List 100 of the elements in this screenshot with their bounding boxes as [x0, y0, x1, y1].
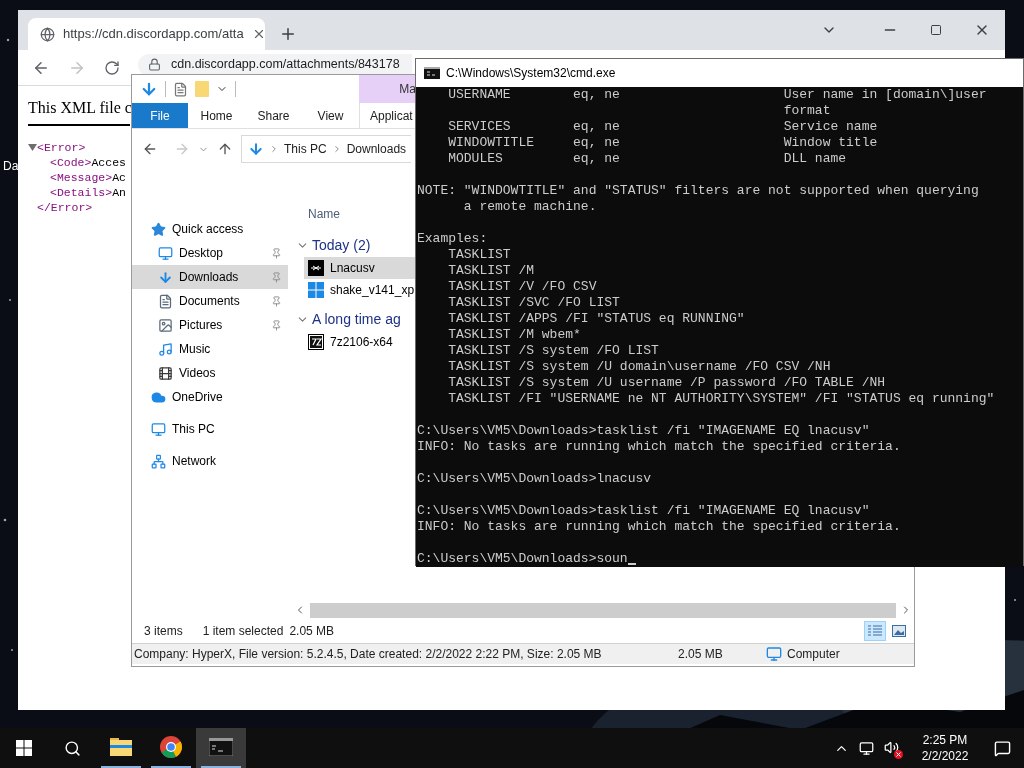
selection-count: 1 item selected	[202, 623, 284, 640]
large-icons-view-icon	[892, 625, 906, 637]
console-line: C:\Users\VM5\Downloads>lnacusv	[417, 471, 652, 487]
film-icon	[158, 365, 173, 381]
desktop-icon	[158, 245, 173, 261]
xml-tag: <Error>	[37, 140, 86, 155]
lock-icon	[148, 58, 161, 71]
round-logo-icon	[160, 736, 182, 758]
group-header[interactable]: Today (2)	[296, 233, 416, 257]
console-line: USERNAME eq, ne User name in [domain\]user	[447, 87, 987, 103]
windows-logo-icon	[308, 282, 324, 298]
group-header[interactable]: A long time ag	[296, 307, 416, 331]
clock-date: 2/2/2022	[921, 748, 969, 764]
breadcrumb-item[interactable]: Downloads	[346, 140, 407, 158]
nav-item[interactable]: Network	[132, 449, 288, 473]
collapse-icon[interactable]	[28, 143, 37, 152]
nav-item[interactable]: Quick access	[132, 217, 288, 241]
nav-item[interactable]: Pictures	[132, 313, 288, 337]
terminal-icon	[209, 738, 233, 756]
reload-icon[interactable]	[104, 59, 120, 76]
console-line: MODULES eq, ne DLL name	[447, 151, 847, 167]
tab-title: https://cdn.discordapp.com/atta	[63, 25, 244, 44]
nav-item[interactable]: Videos	[132, 361, 288, 385]
console-line: TASKLIST /S system /FO LIST	[447, 343, 659, 359]
column-header[interactable]: Name	[296, 201, 416, 227]
star-icon	[151, 221, 166, 237]
file-details: Company: HyperX, File version: 5.2.4.5, Date created: 2/2/2022 2:22 PM, Size: 2.05 MB	[133, 646, 603, 663]
scroll-thumb[interactable]	[310, 602, 896, 618]
file-row[interactable]: Lnacusv	[304, 257, 416, 279]
nav-item[interactable]: Music	[132, 337, 288, 361]
nav-item[interactable]: Desktop	[132, 241, 288, 265]
search-icon	[63, 739, 81, 757]
terminal-icon	[424, 67, 440, 79]
console-line: TASKLIST /S system /U domain\username /FO CSV /NH	[447, 359, 831, 375]
download-icon	[158, 269, 173, 285]
nav-item[interactable]: This PC	[132, 417, 288, 441]
address-field[interactable]: cdn.discordapp.com/attachments/843178	[138, 53, 412, 76]
picture-icon	[158, 317, 173, 333]
selection-size: 2.05 MB	[289, 623, 335, 640]
up-icon[interactable]	[217, 141, 233, 157]
folder-icon	[110, 738, 132, 756]
browser-tab[interactable]: https://cdn.discordapp.com/atta	[28, 18, 265, 50]
back-icon[interactable]	[142, 141, 158, 157]
xml-line: <Details>An	[50, 185, 126, 200]
taskbar-app[interactable]	[196, 728, 246, 768]
console-line: NOTE: "WINDOWTITLE" and "STATUS" filters are not supported when querying	[417, 183, 979, 199]
console-line: TASKLIST /S system /U username /P password /FO TABLE /NH	[447, 375, 886, 391]
item-count: 3 items	[144, 623, 183, 640]
volume-button[interactable]	[884, 740, 900, 756]
nav-item[interactable]: Downloads	[132, 265, 288, 289]
muted-badge-icon	[894, 750, 903, 759]
window-title: C:\Windows\System32\cmd.exe	[446, 65, 616, 82]
network-icon[interactable]	[859, 740, 874, 756]
clock[interactable]: 2:25 PM 2/2/2022	[910, 732, 980, 764]
console-line: C:\Users\VM5\Downloads>tasklist /fi "IMAGENAME EQ lnacusv"	[417, 503, 870, 519]
console-line: TASKLIST /M wbem*	[447, 327, 581, 343]
new-tab-icon[interactable]	[279, 25, 297, 43]
console-line: TASKLIST /SVC /FO LIST	[447, 295, 620, 311]
cloud-icon	[151, 389, 166, 405]
console-line: TASKLIST /M	[447, 263, 535, 279]
console-line: C:\Users\VM5\Downloads>soun	[417, 551, 628, 567]
xml-tag: </Error>	[37, 200, 93, 215]
xml-line: <Code>Acces	[50, 155, 126, 170]
document-icon	[158, 293, 173, 309]
desktop-icon-label[interactable]: Da	[3, 157, 19, 175]
console-line: WINDOWTITLE eq, ne Window title	[447, 135, 878, 151]
maximize-icon[interactable]	[930, 24, 942, 36]
ribbon-tab[interactable]: File	[132, 103, 188, 128]
music-note-icon	[158, 341, 173, 357]
console-line: SERVICES eq, ne Service name	[447, 119, 878, 135]
start-icon	[16, 740, 32, 756]
download-icon[interactable]	[140, 80, 158, 98]
properties-icon[interactable]	[173, 81, 188, 97]
console-line: format	[782, 103, 831, 119]
nav-item[interactable]: OneDrive	[132, 385, 288, 409]
address-text: cdn.discordapp.com/attachments/843178	[171, 56, 400, 74]
download-icon	[248, 141, 264, 157]
computer-icon	[151, 421, 166, 437]
file-row[interactable]: shake_v141_xp	[304, 279, 416, 301]
globe-icon	[40, 26, 55, 42]
console-line: C:\Users\VM5\Downloads>tasklist /fi "IMAGENAME EQ lnacusv"	[417, 423, 870, 439]
breadcrumb-item[interactable]: This PC	[284, 140, 327, 158]
context-tab[interactable]: Ma	[359, 75, 416, 103]
nav-item[interactable]: Documents	[132, 289, 288, 313]
details-view-icon	[868, 625, 882, 637]
file-row[interactable]: 7z2106-x64	[304, 331, 416, 353]
address-bar[interactable]: This PC Downloads	[241, 135, 411, 163]
ribbon-tab[interactable]: Applicat	[359, 103, 416, 128]
app-icon	[308, 260, 324, 276]
zone-label: Computer	[787, 646, 840, 663]
app-icon	[308, 334, 324, 350]
console-line: TASKLIST /V /FO CSV	[447, 279, 597, 295]
console-line: INFO: No tasks are running which match the specified criteria.	[417, 439, 901, 455]
console-line: TASKLIST	[447, 247, 511, 263]
clock-time: 2:25 PM	[922, 732, 968, 748]
computer-icon	[766, 646, 782, 662]
console-line: Examples:	[417, 231, 488, 247]
console-line: TASKLIST /FI "USERNAME ne NT AUTHORITY\SYSTEM" /FI "STATUS eq running"	[447, 391, 995, 407]
console-line: TASKLIST /APPS /FI "STATUS eq RUNNING"	[447, 311, 745, 327]
console-line: INFO: No tasks are running which match the specified criteria.	[417, 519, 901, 535]
